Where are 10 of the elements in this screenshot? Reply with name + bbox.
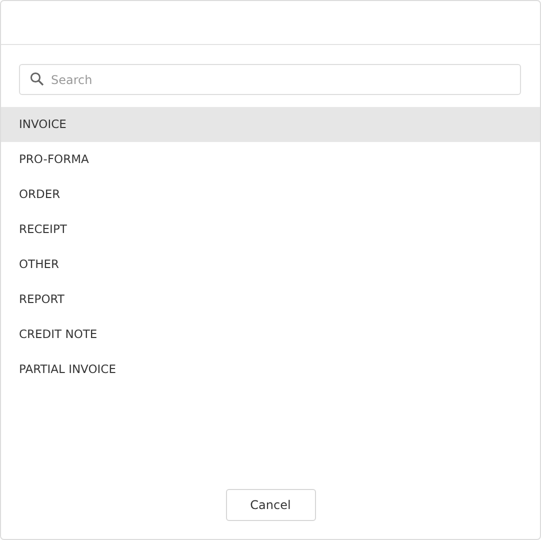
search-field[interactable]: Search — [19, 64, 521, 95]
list-item[interactable]: PRO-FORMA — [1, 142, 540, 177]
list-item[interactable]: RECEIPT — [1, 212, 540, 247]
list-item[interactable]: CREDIT NOTE — [1, 317, 540, 352]
list-item[interactable]: PARTIAL INVOICE — [1, 352, 540, 387]
list-item[interactable]: INVOICE — [1, 107, 540, 142]
list-item[interactable]: REPORT — [1, 282, 540, 317]
list-item[interactable]: OTHER — [1, 247, 540, 282]
list-item[interactable]: ORDER — [1, 177, 540, 212]
cancel-button[interactable]: Cancel — [226, 489, 316, 521]
